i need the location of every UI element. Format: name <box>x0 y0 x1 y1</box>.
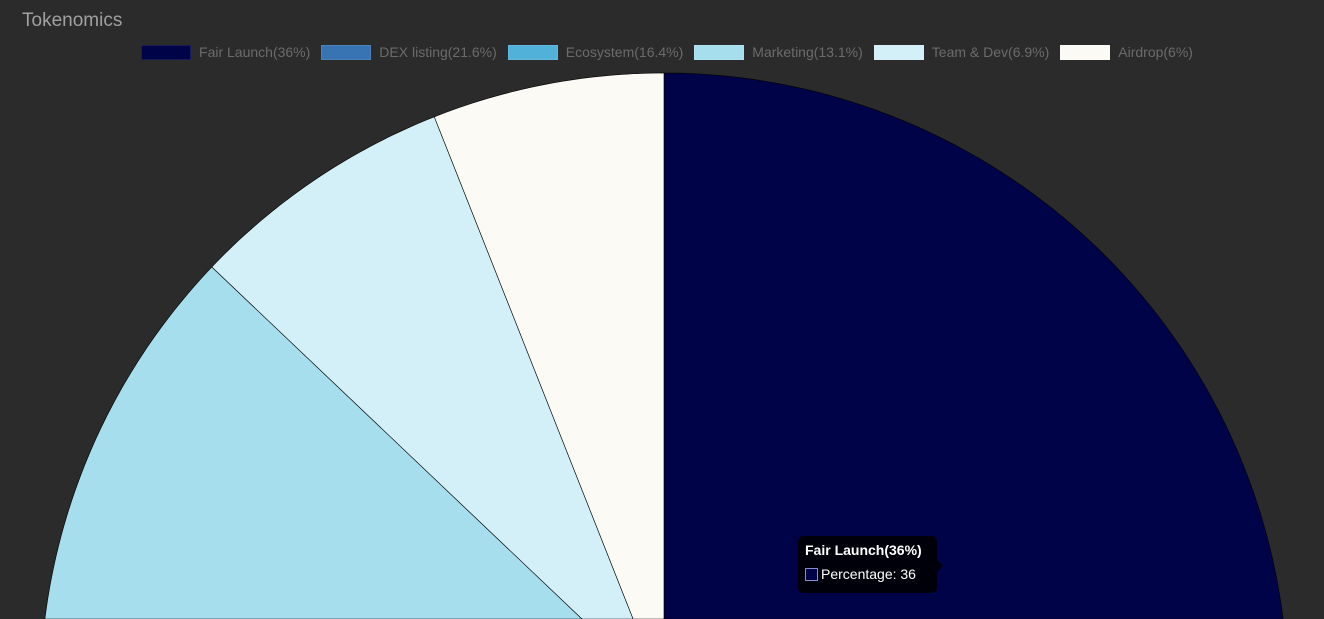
pie-chart <box>44 72 1284 619</box>
legend-swatch <box>507 44 558 60</box>
legend-item[interactable]: DEX listing(21.6%) <box>321 44 497 60</box>
legend-swatch <box>873 44 924 60</box>
tooltip-title: Fair Launch(36%) <box>805 542 922 558</box>
tooltip-swatch <box>805 567 818 581</box>
legend-item[interactable]: Team & Dev(6.9%) <box>873 44 1050 60</box>
chart-title: Tokenomics <box>22 10 123 31</box>
legend-item[interactable]: Airdrop(6%) <box>1060 44 1193 60</box>
legend-label: Ecosystem(16.4%) <box>565 44 684 60</box>
legend-swatch <box>321 44 372 60</box>
legend-swatch <box>1060 44 1111 60</box>
legend: Fair Launch(36%) DEX listing(21.6%) Ecosys… <box>0 44 1324 60</box>
tooltip: Fair Launch(36%) Percentage: 36 <box>798 536 943 593</box>
legend-label: DEX listing(21.6%) <box>379 44 497 60</box>
pie-slice-0[interactable] <box>663 72 1284 619</box>
legend-item[interactable]: Ecosystem(16.4%) <box>507 44 684 60</box>
legend-label: Team & Dev(6.9%) <box>931 44 1050 60</box>
legend-swatch <box>141 44 192 60</box>
legend-label: Fair Launch(36%) <box>199 44 311 60</box>
legend-item[interactable]: Fair Launch(36%) <box>141 44 310 60</box>
legend-label: Airdrop(6%) <box>1118 44 1193 60</box>
legend-item[interactable]: Marketing(13.1%) <box>694 44 863 60</box>
legend-swatch <box>694 44 745 60</box>
tooltip-label: Percentage: 36 <box>821 566 916 582</box>
legend-label: Marketing(13.1%) <box>752 44 863 60</box>
